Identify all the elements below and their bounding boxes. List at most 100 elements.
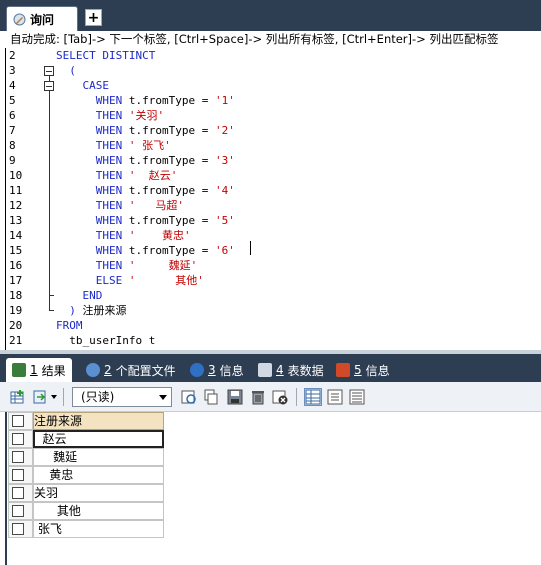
- line-number: 5: [9, 94, 16, 107]
- line-number: 10: [9, 169, 23, 182]
- query-tab-bar: 询问 +: [0, 0, 541, 31]
- form-view-icon[interactable]: [327, 389, 343, 405]
- code-text: WHEN t.fromType = '3': [56, 154, 235, 167]
- code-line: 4 CASE: [0, 78, 541, 93]
- grid-cell[interactable]: 赵云: [33, 430, 164, 448]
- result-toolbar: (只读): [0, 382, 541, 412]
- code-line: 12 THEN ' 马超': [0, 198, 541, 213]
- add-tab-button[interactable]: +: [85, 9, 102, 26]
- grid-cell[interactable]: 魏延: [33, 448, 164, 466]
- table-row[interactable]: 黄忠: [8, 466, 164, 484]
- grid-add-icon[interactable]: [10, 389, 26, 405]
- code-line: 9 WHEN t.fromType = '3': [0, 153, 541, 168]
- result-tab-1[interactable]: 1 结果: [6, 358, 72, 382]
- code-line: 21 tb_userInfo t: [0, 333, 541, 348]
- chevron-down-icon[interactable]: [51, 395, 57, 399]
- row-checkbox[interactable]: [12, 487, 24, 499]
- line-number: 13: [9, 214, 23, 227]
- result-tab-number: 4: [276, 363, 284, 377]
- result-tab-number: 5: [354, 363, 362, 377]
- code-line: 3 (: [0, 63, 541, 78]
- code-line: 11 WHEN t.fromType = '4': [0, 183, 541, 198]
- code-text: WHEN t.fromType = '2': [56, 124, 235, 137]
- code-text: WHEN t.fromType = '4': [56, 184, 235, 197]
- text-view-icon[interactable]: [349, 389, 365, 405]
- line-number: 2: [9, 49, 16, 62]
- result-grid-icon: [12, 363, 26, 377]
- table-row[interactable]: 关羽: [8, 484, 164, 502]
- table-row[interactable]: 魏延: [8, 448, 164, 466]
- info-icon: [190, 363, 204, 377]
- query-tab[interactable]: 询问: [6, 6, 78, 31]
- result-tab-5[interactable]: 5 信息: [330, 358, 396, 382]
- row-checkbox[interactable]: [12, 451, 24, 463]
- line-number: 8: [9, 139, 16, 152]
- grid-cell[interactable]: 张飞: [33, 520, 164, 538]
- result-tab-3[interactable]: 3 信息: [184, 358, 250, 382]
- line-number: 17: [9, 274, 23, 287]
- code-line: 5 WHEN t.fromType = '1': [0, 93, 541, 108]
- code-text: (: [56, 64, 76, 77]
- row-checkbox[interactable]: [12, 523, 24, 535]
- result-tab-4[interactable]: 4 表数据: [252, 358, 330, 382]
- code-text: THEN ' 魏延': [56, 259, 198, 272]
- line-number: 7: [9, 124, 16, 137]
- result-tab-2[interactable]: 2 个配置文件: [80, 358, 182, 382]
- column-header-source[interactable]: 注册来源: [33, 412, 164, 430]
- result-tab-label: 个配置文件: [115, 363, 176, 378]
- code-line: 15 WHEN t.fromType = '6': [0, 243, 541, 258]
- code-text: ) 注册来源: [56, 304, 127, 317]
- table-row[interactable]: 其他: [8, 502, 164, 520]
- result-tab-bar: 1 结果 2 个配置文件 3 信息 4 表数据 5 信息: [0, 354, 541, 382]
- table-row[interactable]: 张飞: [8, 520, 164, 538]
- select-all-checkbox[interactable]: [12, 415, 24, 427]
- result-tab-number: 2: [104, 363, 112, 377]
- row-checkbox[interactable]: [12, 505, 24, 517]
- text-cursor: [250, 241, 251, 255]
- grid-cell[interactable]: 关羽: [33, 484, 164, 502]
- code-text: FROM: [56, 319, 83, 332]
- line-number: 21: [9, 334, 23, 347]
- code-text: WHEN t.fromType = '5': [56, 214, 235, 227]
- grid-cell[interactable]: 其他: [33, 502, 164, 520]
- code-line: 14 THEN ' 黄忠': [0, 228, 541, 243]
- row-checkbox[interactable]: [12, 469, 24, 481]
- code-line: 10 THEN ' 赵云': [0, 168, 541, 183]
- line-number: 18: [9, 289, 23, 302]
- line-number: 15: [9, 244, 23, 257]
- cancel-changes-icon[interactable]: [272, 389, 288, 405]
- result-tab-label: 信息: [365, 363, 390, 378]
- line-number: 12: [9, 199, 23, 212]
- profile-icon: [86, 363, 100, 377]
- grid-header-row[interactable]: 注册来源: [8, 412, 164, 430]
- code-text: END: [56, 289, 103, 302]
- row-checkbox[interactable]: [12, 433, 24, 445]
- code-line: 19 ) 注册来源: [0, 303, 541, 318]
- delete-trash-icon[interactable]: [250, 389, 266, 405]
- table-row[interactable]: 赵云: [8, 430, 164, 448]
- code-text: CASE: [56, 79, 109, 92]
- line-number: 4: [9, 79, 16, 92]
- line-number: 14: [9, 229, 23, 242]
- result-tab-number: 3: [208, 363, 216, 377]
- query-tab-label: 询问: [30, 12, 55, 27]
- code-line: 2 SELECT DISTINCT: [0, 48, 541, 63]
- duplicate-row-icon[interactable]: [203, 389, 219, 405]
- export-icon[interactable]: [32, 389, 48, 405]
- grid-view-icon[interactable]: [304, 388, 322, 406]
- query-pencil-icon: [13, 13, 26, 25]
- grid-cell[interactable]: 黄忠: [33, 466, 164, 484]
- fold-collapse-icon[interactable]: [44, 66, 54, 76]
- code-text: WHEN t.fromType = '1': [56, 94, 235, 107]
- save-icon[interactable]: [227, 389, 243, 405]
- result-tab-label: 表数据: [287, 363, 324, 378]
- readonly-select[interactable]: (只读): [72, 387, 172, 407]
- line-number: 6: [9, 109, 16, 122]
- code-line: 7 WHEN t.fromType = '2': [0, 123, 541, 138]
- info-chart-icon: [336, 363, 350, 377]
- fold-collapse-icon[interactable]: [44, 81, 54, 91]
- code-text: THEN '关羽': [56, 109, 165, 122]
- result-tab-label: 信息: [219, 363, 244, 378]
- refresh-grid-icon[interactable]: [181, 389, 197, 405]
- result-tab-number: 1: [30, 363, 38, 377]
